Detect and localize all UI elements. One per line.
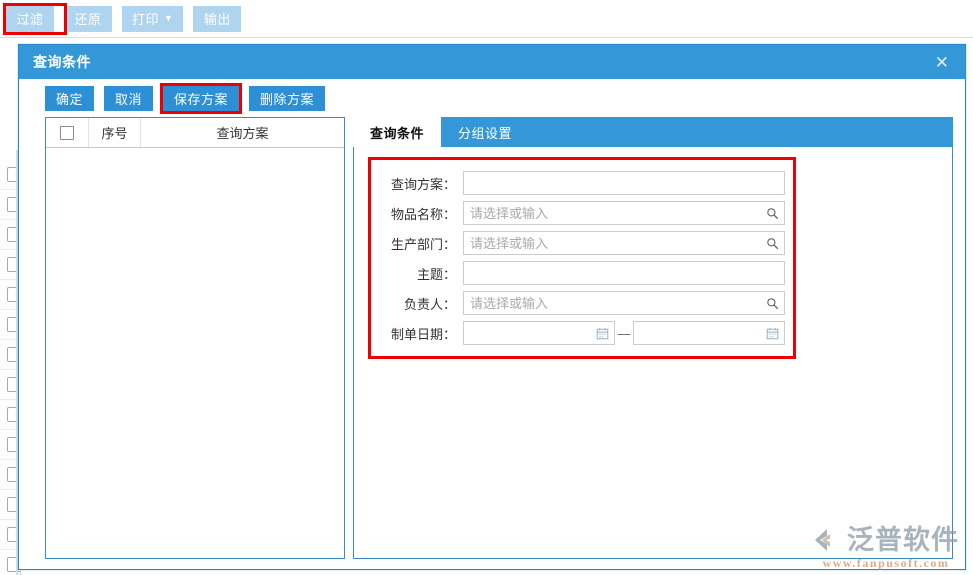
field-row-create-date: 制单日期： — (371, 318, 785, 348)
field-control-production-dept (463, 231, 785, 255)
field-label-create-date: 制单日期： (390, 326, 456, 342)
background-toolbar: 过滤 还原 打印 ▼ 输出 (0, 0, 973, 38)
calendar-icon[interactable] (765, 326, 779, 340)
create-date-end-box (633, 321, 785, 345)
field-control-create-date: — (463, 321, 785, 345)
cancel-button[interactable]: 取消 (104, 85, 154, 111)
calendar-icon[interactable] (595, 326, 609, 340)
condition-panel: 查询条件 分组设置 查询方案： 物品名称： 请选择或输入 生产部门： 请选择或输… (353, 117, 953, 559)
condition-form-highlight: 查询方案： 物品名称： 请选择或输入 生产部门： 请选择或输入 主题： 负责人：… (368, 157, 796, 359)
scheme-list-panel: 序号 查询方案 (45, 117, 345, 559)
field-label-query-scheme: 查询方案： (390, 176, 456, 192)
query-condition-dialog: 查询条件 ✕ 确定 取消 保存方案 删除方案 序号 查询方案 查询条件 分组设置… (18, 44, 966, 570)
field-row-query-scheme: 查询方案： (371, 168, 785, 198)
scheme-list-header-index: 序号 (89, 118, 141, 147)
dialog-title: 查询条件 (33, 54, 91, 70)
tab-bar: 查询条件 分组设置 (353, 117, 953, 147)
print-button-label: 打印 (132, 12, 160, 27)
dialog-action-bar: 确定 取消 保存方案 删除方案 (19, 79, 965, 117)
close-icon[interactable]: ✕ (931, 52, 953, 73)
field-label-production-dept: 生产部门： (390, 236, 456, 252)
scheme-list-header-name: 查询方案 (216, 126, 269, 141)
field-label-subject: 主题： (416, 266, 456, 282)
dialog-body: 序号 查询方案 查询条件 分组设置 查询方案： 物品名称： 请选择或输入 生产部… (19, 117, 965, 569)
tab-group-settings[interactable]: 分组设置 (441, 117, 529, 147)
search-icon[interactable] (765, 236, 779, 250)
dialog-header: 查询条件 ✕ (19, 45, 965, 79)
export-button[interactable]: 输出 (193, 5, 242, 32)
create-date-start-input[interactable] (463, 321, 615, 345)
scheme-list-rows[interactable] (46, 148, 344, 558)
confirm-button[interactable]: 确定 (45, 85, 95, 111)
delete-scheme-button[interactable]: 删除方案 (249, 85, 326, 111)
filter-button-highlight: 过滤 (3, 2, 67, 35)
search-icon[interactable] (765, 206, 779, 220)
chevron-down-icon: ▼ (164, 13, 174, 23)
owner-input[interactable] (463, 291, 785, 315)
field-control-query-scheme (463, 171, 785, 195)
save-scheme-button[interactable]: 保存方案 (163, 85, 240, 111)
save-scheme-button-highlight: 保存方案 (160, 82, 243, 114)
create-date-end-input[interactable] (633, 321, 785, 345)
field-control-subject (463, 261, 785, 285)
production-dept-input[interactable] (463, 231, 785, 255)
date-range-separator: — (617, 325, 631, 341)
search-icon[interactable] (765, 296, 779, 310)
field-row-subject: 主题： (371, 258, 785, 288)
create-date-start-box (463, 321, 615, 345)
scheme-list-header-select-all[interactable] (46, 118, 89, 147)
field-row-item-name: 物品名称： (371, 198, 785, 228)
item-name-input[interactable] (463, 201, 785, 225)
field-label-item-name: 物品名称： (390, 206, 456, 222)
scheme-list-header: 序号 查询方案 (46, 118, 344, 148)
select-all-checkbox[interactable] (60, 125, 74, 140)
print-button[interactable]: 打印 ▼ (122, 5, 184, 32)
field-row-production-dept: 生产部门： (371, 228, 785, 258)
field-label-owner: 负责人： (403, 296, 456, 312)
restore-button[interactable]: 还原 (64, 5, 112, 32)
field-control-owner (463, 291, 785, 315)
query-scheme-input[interactable] (463, 171, 785, 195)
field-control-item-name (463, 201, 785, 225)
filter-button[interactable]: 过滤 (6, 5, 54, 32)
field-row-owner: 负责人： (371, 288, 785, 318)
condition-form-container: 查询方案： 物品名称： 请选择或输入 生产部门： 请选择或输入 主题： 负责人：… (353, 147, 953, 559)
tab-query-condition[interactable]: 查询条件 (353, 117, 442, 147)
subject-input[interactable] (463, 261, 785, 285)
